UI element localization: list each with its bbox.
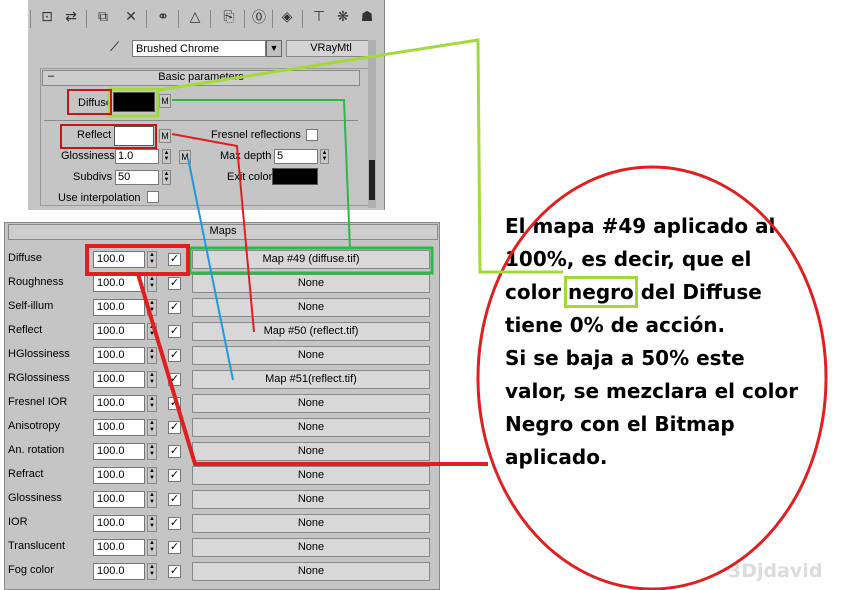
blue-connector (187, 157, 234, 381)
red-connector-amount (136, 273, 488, 466)
red-ellipse (476, 165, 828, 590)
annotation-overlay (60, 38, 828, 590)
red-box-diffuse-amount (85, 244, 190, 276)
green-box-map49 (188, 246, 434, 275)
lime-connector (157, 38, 563, 274)
lime-box-diffuse (107, 87, 160, 118)
red-box-reflect-label (60, 124, 157, 149)
red-connector-reflect (171, 133, 255, 333)
green-connector (172, 99, 351, 250)
red-box-diffuse-label (67, 89, 112, 115)
